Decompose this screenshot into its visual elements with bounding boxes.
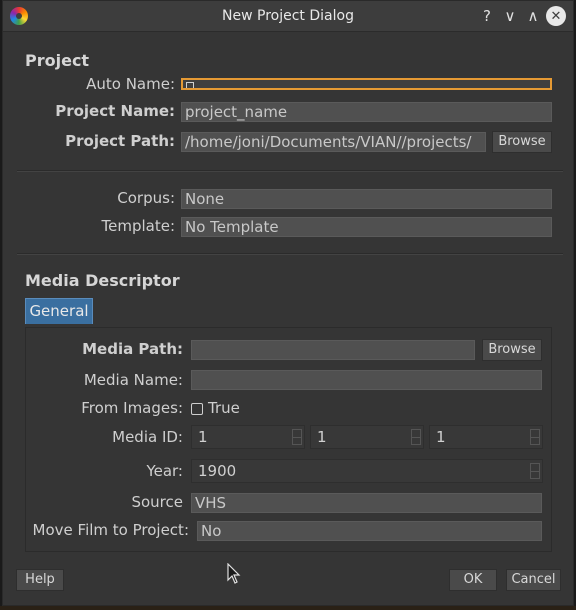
media-name-input[interactable]: [191, 370, 542, 390]
year-value: 1900: [198, 462, 237, 480]
media-path-input[interactable]: [191, 340, 475, 360]
spin-arrows-icon[interactable]: [530, 429, 540, 445]
year-label: Year:: [146, 462, 183, 480]
project-path-input[interactable]: /home/joni/Documents/VIAN//projects/: [181, 132, 486, 152]
media-id-value-2: 1: [317, 428, 327, 446]
cancel-button[interactable]: Cancel: [506, 569, 561, 591]
auto-name-label: Auto Name:: [86, 75, 175, 93]
from-images-checkbox[interactable]: [191, 403, 203, 415]
maximize-button[interactable]: ∧: [522, 5, 544, 27]
move-film-select[interactable]: No: [197, 521, 542, 541]
source-select[interactable]: VHS: [191, 493, 542, 513]
separator: [17, 253, 563, 255]
from-images-label: From Images:: [81, 399, 183, 417]
media-id-spinbox-3[interactable]: 1: [429, 425, 543, 449]
minimize-button[interactable]: ∨: [499, 5, 521, 27]
spin-arrows-icon[interactable]: [530, 463, 540, 479]
spin-arrows-icon[interactable]: [411, 429, 421, 445]
corpus-select[interactable]: None: [181, 189, 552, 209]
corpus-label: Corpus:: [117, 189, 175, 207]
project-name-label: Project Name:: [55, 102, 175, 120]
template-select[interactable]: No Template: [181, 217, 552, 237]
media-path-label: Media Path:: [82, 340, 183, 358]
media-id-spinbox-2[interactable]: 1: [310, 425, 424, 449]
text-caret: [186, 82, 194, 88]
from-images-checkbox-label: True: [208, 399, 240, 417]
media-name-label: Media Name:: [83, 371, 183, 389]
media-descriptor-heading: Media Descriptor: [25, 271, 180, 290]
project-browse-button[interactable]: Browse: [492, 131, 552, 153]
project-path-label: Project Path:: [65, 132, 175, 150]
template-label: Template:: [101, 217, 176, 235]
tab-general[interactable]: General: [25, 298, 93, 324]
media-id-value-1: 1: [198, 428, 208, 446]
spin-arrows-icon[interactable]: [292, 429, 302, 445]
title-bar[interactable]: New Project Dialog ? ∨ ∧ ✕: [3, 1, 573, 32]
close-button[interactable]: ✕: [546, 6, 566, 26]
help-title-button[interactable]: ?: [476, 5, 498, 27]
year-spinbox[interactable]: 1900: [191, 459, 543, 483]
separator: [17, 170, 563, 172]
media-id-spinbox-1[interactable]: 1: [191, 425, 305, 449]
auto-name-checkbox-field[interactable]: [181, 78, 552, 90]
project-name-input[interactable]: project_name: [181, 102, 552, 122]
media-browse-button[interactable]: Browse: [482, 339, 542, 361]
move-film-label: Move Film to Project:: [32, 521, 189, 539]
desktop-background: [0, 606, 576, 610]
media-id-label: Media ID:: [112, 428, 183, 446]
ok-button[interactable]: OK: [449, 569, 497, 591]
project-heading: Project: [25, 51, 90, 70]
source-label: Source: [131, 493, 183, 511]
help-button[interactable]: Help: [16, 569, 64, 591]
media-id-value-3: 1: [436, 428, 446, 446]
dialog-window: New Project Dialog ? ∨ ∧ ✕ Project Auto …: [2, 0, 574, 606]
